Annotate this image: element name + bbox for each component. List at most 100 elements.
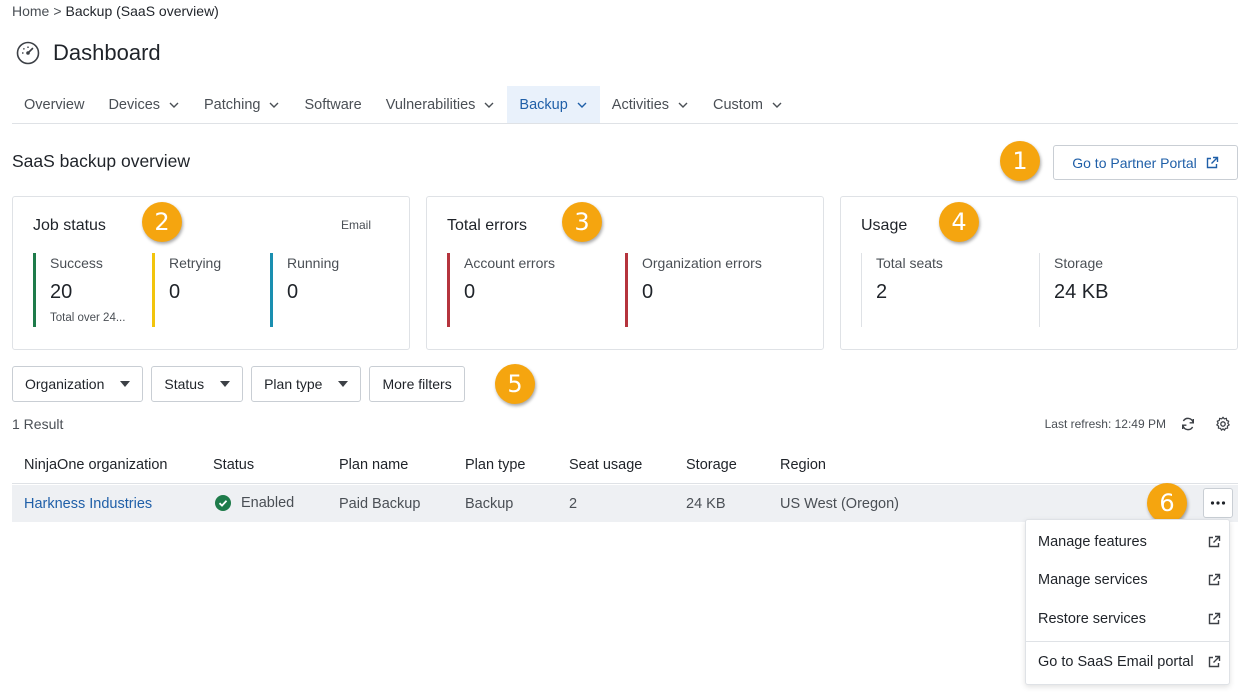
breadcrumb-home[interactable]: Home — [12, 3, 49, 19]
table-row[interactable]: Harkness Industries Enabled Paid Backup … — [12, 485, 1238, 522]
chevron-down-icon — [269, 102, 279, 108]
usage-card: Usage Total seats 2 Storage 24 KB — [840, 196, 1238, 350]
go-to-partner-portal-button[interactable]: Go to Partner Portal — [1053, 145, 1238, 180]
menu-item-label: Manage services — [1038, 572, 1148, 588]
column-header-status[interactable]: Status — [213, 457, 254, 473]
metric-organization-errors[interactable]: Organization errors 0 — [625, 253, 805, 327]
metric-storage: Storage 24 KB — [1039, 253, 1219, 327]
column-header-plan-type[interactable]: Plan type — [465, 457, 525, 473]
callout-badge-2: 2 — [142, 202, 182, 242]
breadcrumb-separator: > — [53, 3, 62, 19]
menu-divider — [1026, 641, 1229, 642]
section-title: SaaS backup overview — [12, 151, 191, 171]
refresh-icon[interactable] — [1180, 416, 1196, 432]
dashboard-gauge-icon — [16, 41, 40, 65]
metric-label: Total seats — [876, 255, 943, 271]
tab-overview[interactable]: Overview — [12, 86, 96, 123]
callout-badge-6: 6 — [1147, 483, 1187, 523]
organization-filter[interactable]: Organization — [12, 366, 144, 402]
caret-down-icon — [220, 381, 231, 387]
row-actions-button[interactable] — [1203, 488, 1233, 518]
callout-badge-3: 3 — [562, 202, 602, 242]
metric-value: 0 — [169, 281, 181, 303]
organization-link[interactable]: Harkness Industries — [24, 496, 152, 512]
metric-value: 24 KB — [1054, 281, 1109, 303]
callout-badge-1: 1 — [1000, 141, 1040, 181]
plan-type-filter[interactable]: Plan type — [251, 366, 362, 402]
menu-item-saas-email-portal[interactable]: Go to SaaS Email portal — [1038, 654, 1221, 670]
column-header-seat-usage[interactable]: Seat usage — [569, 457, 642, 473]
filter-label: Organization — [25, 376, 105, 392]
chevron-down-icon — [577, 102, 587, 108]
metric-label: Retrying — [169, 255, 222, 271]
metric-total-seats: Total seats 2 — [861, 253, 1021, 327]
filter-label: More filters — [382, 376, 452, 392]
metric-subtext: Total over 24... — [50, 312, 126, 324]
metric-label: Storage — [1054, 255, 1104, 271]
breadcrumb: Home > Backup (SaaS overview) — [12, 3, 219, 19]
tab-label: Activities — [611, 96, 670, 113]
metric-label: Account errors — [464, 255, 556, 271]
tab-vulnerabilities[interactable]: Vulnerabilities — [374, 86, 508, 123]
menu-item-manage-services[interactable]: Manage services — [1038, 572, 1221, 588]
column-header-storage[interactable]: Storage — [686, 457, 737, 473]
card-title: Usage — [861, 217, 908, 234]
metric-label: Success — [50, 255, 103, 271]
job-status-card: Job status Email Success 20 Total over 2… — [12, 196, 410, 350]
tab-label: Software — [304, 96, 362, 113]
external-link-icon — [1208, 535, 1221, 548]
tab-label: Devices — [108, 96, 161, 113]
metric-label: Organization errors — [642, 255, 762, 271]
column-header-organization[interactable]: NinjaOne organization — [24, 457, 167, 473]
card-title: Job status — [33, 217, 106, 234]
plan-type-cell: Backup — [465, 496, 514, 512]
region-cell: US West (Oregon) — [780, 496, 899, 512]
row-actions-menu: Manage features Manage services Restore … — [1025, 519, 1230, 685]
tab-backup[interactable]: Backup — [507, 86, 600, 123]
column-header-plan-name[interactable]: Plan name — [339, 457, 408, 473]
callout-badge-5: 5 — [495, 364, 535, 404]
column-header-region[interactable]: Region — [780, 457, 826, 473]
status-text: Enabled — [241, 495, 295, 511]
caret-down-icon — [120, 381, 131, 387]
tab-label: Overview — [24, 96, 85, 113]
job-status-email-label: Email — [340, 218, 371, 232]
storage-cell: 24 KB — [686, 496, 726, 512]
tab-label: Custom — [713, 96, 763, 113]
chevron-down-icon — [484, 102, 494, 108]
tab-patching[interactable]: Patching — [192, 86, 292, 123]
tab-software[interactable]: Software — [292, 86, 373, 123]
page-title: Dashboard — [53, 40, 161, 65]
seat-usage-cell: 2 — [569, 496, 578, 512]
external-link-icon — [1208, 573, 1221, 586]
breadcrumb-current: Backup (SaaS overview) — [65, 3, 219, 19]
status-filter[interactable]: Status — [151, 366, 244, 402]
last-refresh-label: Last refresh: 12:49 PM — [1044, 417, 1166, 431]
metric-label: Running — [287, 255, 340, 271]
more-horizontal-icon — [1210, 501, 1226, 505]
card-title: Total errors — [447, 217, 528, 234]
external-link-icon — [1206, 156, 1218, 168]
tab-activities[interactable]: Activities — [600, 86, 701, 123]
page-header: Dashboard — [15, 40, 161, 66]
metric-value: 0 — [287, 281, 299, 303]
plan-name-cell: Paid Backup — [339, 496, 421, 512]
gear-icon[interactable] — [1215, 416, 1231, 432]
metric-retrying[interactable]: Retrying 0 — [152, 253, 252, 327]
tab-label: Patching — [204, 96, 261, 113]
menu-item-manage-features[interactable]: Manage features — [1038, 534, 1221, 550]
table-header: NinjaOne organization Status Plan name P… — [12, 448, 1238, 484]
chevron-down-icon — [772, 102, 782, 108]
filter-label: Status — [164, 376, 205, 392]
more-filters-button[interactable]: More filters — [369, 366, 465, 402]
metric-running[interactable]: Running 0 — [270, 253, 370, 327]
menu-item-label: Go to SaaS Email portal — [1038, 654, 1194, 670]
tab-devices[interactable]: Devices — [96, 86, 192, 123]
tab-custom[interactable]: Custom — [701, 86, 795, 123]
metric-account-errors[interactable]: Account errors 0 — [447, 253, 607, 327]
menu-item-label: Restore services — [1038, 611, 1146, 627]
menu-item-restore-services[interactable]: Restore services — [1038, 611, 1221, 627]
filter-label: Plan type — [264, 376, 323, 392]
metric-success[interactable]: Success 20 Total over 24... — [33, 253, 143, 327]
chevron-down-icon — [169, 102, 179, 108]
